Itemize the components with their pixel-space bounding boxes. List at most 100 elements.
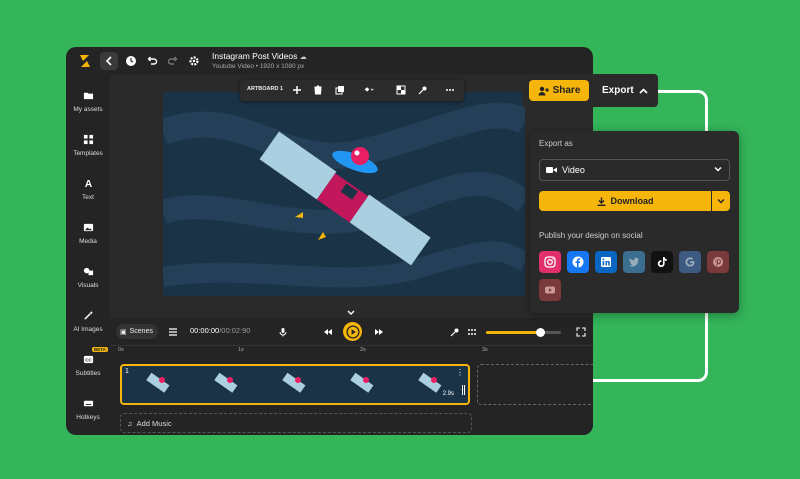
copy-icon: [335, 86, 344, 95]
export-as-label: Export as: [539, 139, 573, 148]
export-button[interactable]: Export: [602, 80, 648, 101]
more-vertical-icon[interactable]: ⋮: [456, 368, 464, 377]
gear-icon: [189, 56, 199, 66]
text-icon: A: [80, 175, 96, 191]
zoom-slider-knob[interactable]: [535, 328, 545, 337]
export-format-select[interactable]: Video: [539, 159, 730, 181]
sidebar-item-label: Text: [82, 194, 94, 201]
grid-icon: [80, 131, 96, 147]
sidebar-item-label: Templates: [73, 150, 103, 157]
sidebar-item-label: Subtitles: [75, 370, 101, 377]
sidebar-item-my-assets[interactable]: My assets: [66, 87, 110, 113]
linkedin-button[interactable]: [595, 251, 617, 273]
zoom-slider[interactable]: [486, 328, 561, 337]
chevron-down-icon: [714, 167, 722, 172]
scenes-button[interactable]: ▣ Scenes: [116, 324, 158, 339]
share-export-bar: Share Export: [522, 74, 658, 107]
image-icon: [80, 219, 96, 235]
scenes-label: Scenes: [129, 328, 153, 335]
add-music-track[interactable]: ♫ Add Music: [120, 413, 472, 433]
expand-icon: [575, 326, 586, 337]
redo-button[interactable]: [164, 52, 182, 70]
settings-button[interactable]: [185, 52, 203, 70]
play-button[interactable]: [343, 322, 362, 341]
clip-number: 1: [125, 368, 129, 375]
comet-icon: [450, 328, 458, 336]
editor-window: Instagram Post Videos ☁ Youtube Video • …: [66, 47, 593, 435]
sidebar-item-templates[interactable]: Templates: [66, 131, 110, 157]
collapse-chevron-icon[interactable]: [346, 309, 356, 317]
svg-text:CC: CC: [85, 357, 92, 362]
tiktok-icon: [657, 257, 667, 267]
cloud-icon: ☁: [299, 54, 307, 61]
sidebar-item-text[interactable]: A Text: [66, 175, 110, 201]
export-panel: Export as Video Download Publish your de…: [530, 131, 739, 313]
sidebar-item-ai-images[interactable]: AI Images: [66, 307, 110, 333]
plus-icon: [293, 86, 301, 94]
document-subtitle: Youtube Video • 1920 x 1080 px: [212, 63, 305, 70]
back-button[interactable]: [100, 52, 118, 70]
download-options-button[interactable]: [712, 191, 730, 211]
google-button[interactable]: [679, 251, 701, 273]
tick-label: 1s: [238, 347, 244, 353]
satellite-illustration: [163, 92, 525, 296]
clip-thumbnails: [146, 372, 442, 393]
export-label: Export: [602, 85, 634, 96]
sidebar: My assets Templates A Text Media Visuals…: [66, 75, 110, 435]
delete-button[interactable]: [311, 83, 325, 97]
comet-icon: [418, 86, 427, 95]
fast-forward-button[interactable]: [371, 324, 386, 339]
download-button[interactable]: Download: [539, 191, 711, 211]
cc-icon: CC: [80, 351, 96, 367]
document-title[interactable]: Instagram Post Videos ☁: [212, 51, 307, 61]
trash-icon: [314, 85, 322, 95]
duplicate-button[interactable]: [333, 83, 347, 97]
fill-color-button[interactable]: [358, 83, 380, 97]
export-format-value: Video: [562, 165, 585, 175]
more-options-button[interactable]: [443, 83, 457, 97]
resize-handle[interactable]: [462, 385, 465, 395]
chevron-down-icon: [717, 199, 725, 204]
grid-view-button[interactable]: [464, 324, 479, 339]
total-time: /00:02:90: [219, 326, 251, 335]
facebook-button[interactable]: [567, 251, 589, 273]
music-note-icon: ♫: [127, 418, 133, 428]
tick-label: 3s: [482, 347, 488, 353]
rewind-button[interactable]: [320, 324, 335, 339]
checker-icon: [396, 85, 406, 95]
clock-icon: [126, 56, 136, 66]
clip-duration: 2.9s: [442, 391, 454, 397]
add-scene-slot[interactable]: [477, 364, 593, 405]
pinterest-button[interactable]: [707, 251, 729, 273]
scene-list-button[interactable]: [165, 324, 180, 339]
undo-button[interactable]: [143, 52, 161, 70]
artboard[interactable]: [163, 92, 525, 296]
instagram-button[interactable]: [539, 251, 561, 273]
sidebar-item-label: Hotkeys: [76, 414, 100, 421]
history-button[interactable]: [122, 52, 140, 70]
app-logo-icon: [80, 55, 90, 67]
scene-clip[interactable]: 1 2.9s ⋮: [120, 364, 470, 405]
twitter-button[interactable]: [623, 251, 645, 273]
sidebar-item-visuals[interactable]: Visuals: [66, 263, 110, 289]
artboard-label: ARTBOARD 1: [247, 86, 284, 92]
youtube-button[interactable]: [539, 279, 561, 301]
add-button[interactable]: [290, 83, 304, 97]
fullscreen-button[interactable]: [573, 324, 588, 339]
publish-social-label: Publish your design on social: [539, 231, 643, 240]
transparency-button[interactable]: [394, 83, 408, 97]
animation-button[interactable]: [447, 324, 462, 339]
beta-badge: BETA: [92, 347, 108, 352]
canvas-area: [110, 75, 593, 318]
sidebar-item-subtitles[interactable]: BETA CC Subtitles: [66, 347, 110, 377]
tiktok-button[interactable]: [651, 251, 673, 273]
voiceover-button[interactable]: [275, 324, 290, 339]
sidebar-item-media[interactable]: Media: [66, 219, 110, 245]
paint-bucket-icon: [364, 87, 374, 92]
playback-controls: ▣ Scenes 00:00:00/00:02:90: [110, 310, 593, 345]
share-button[interactable]: Share: [529, 80, 589, 101]
sidebar-item-hotkeys[interactable]: Hotkeys: [66, 395, 110, 421]
microphone-icon: [279, 327, 286, 336]
animate-button[interactable]: [416, 83, 430, 97]
current-time: 00:00:00: [190, 326, 220, 335]
